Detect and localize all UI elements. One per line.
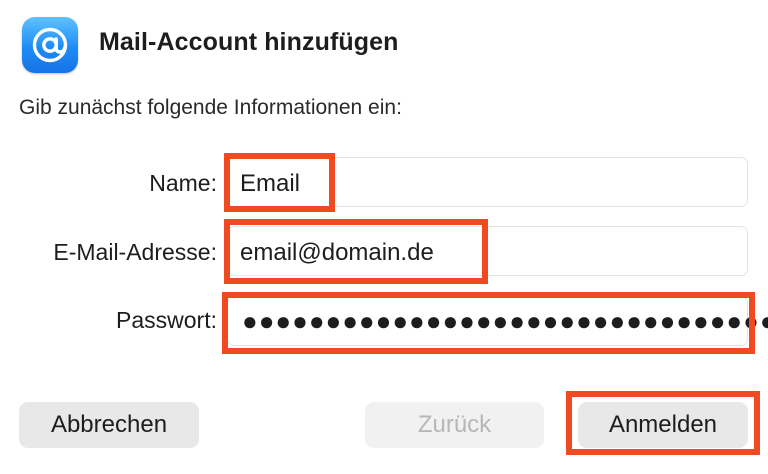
email-label: E-Mail-Adresse: xyxy=(53,239,217,265)
back-button[interactable]: Zurück xyxy=(365,402,544,448)
intro-text: Gib zunächst folgende Informationen ein: xyxy=(19,96,402,119)
at-sign-icon xyxy=(32,27,68,63)
name-highlight xyxy=(224,153,335,212)
sign-in-highlight xyxy=(566,391,760,455)
name-label: Name: xyxy=(149,170,217,196)
password-label: Passwort: xyxy=(116,307,217,333)
cancel-button[interactable]: Abbrechen xyxy=(19,402,199,448)
email-highlight xyxy=(224,219,488,284)
mail-app-icon xyxy=(22,17,78,73)
dialog-title: Mail-Account hinzufügen xyxy=(99,28,399,56)
password-highlight xyxy=(222,292,755,354)
